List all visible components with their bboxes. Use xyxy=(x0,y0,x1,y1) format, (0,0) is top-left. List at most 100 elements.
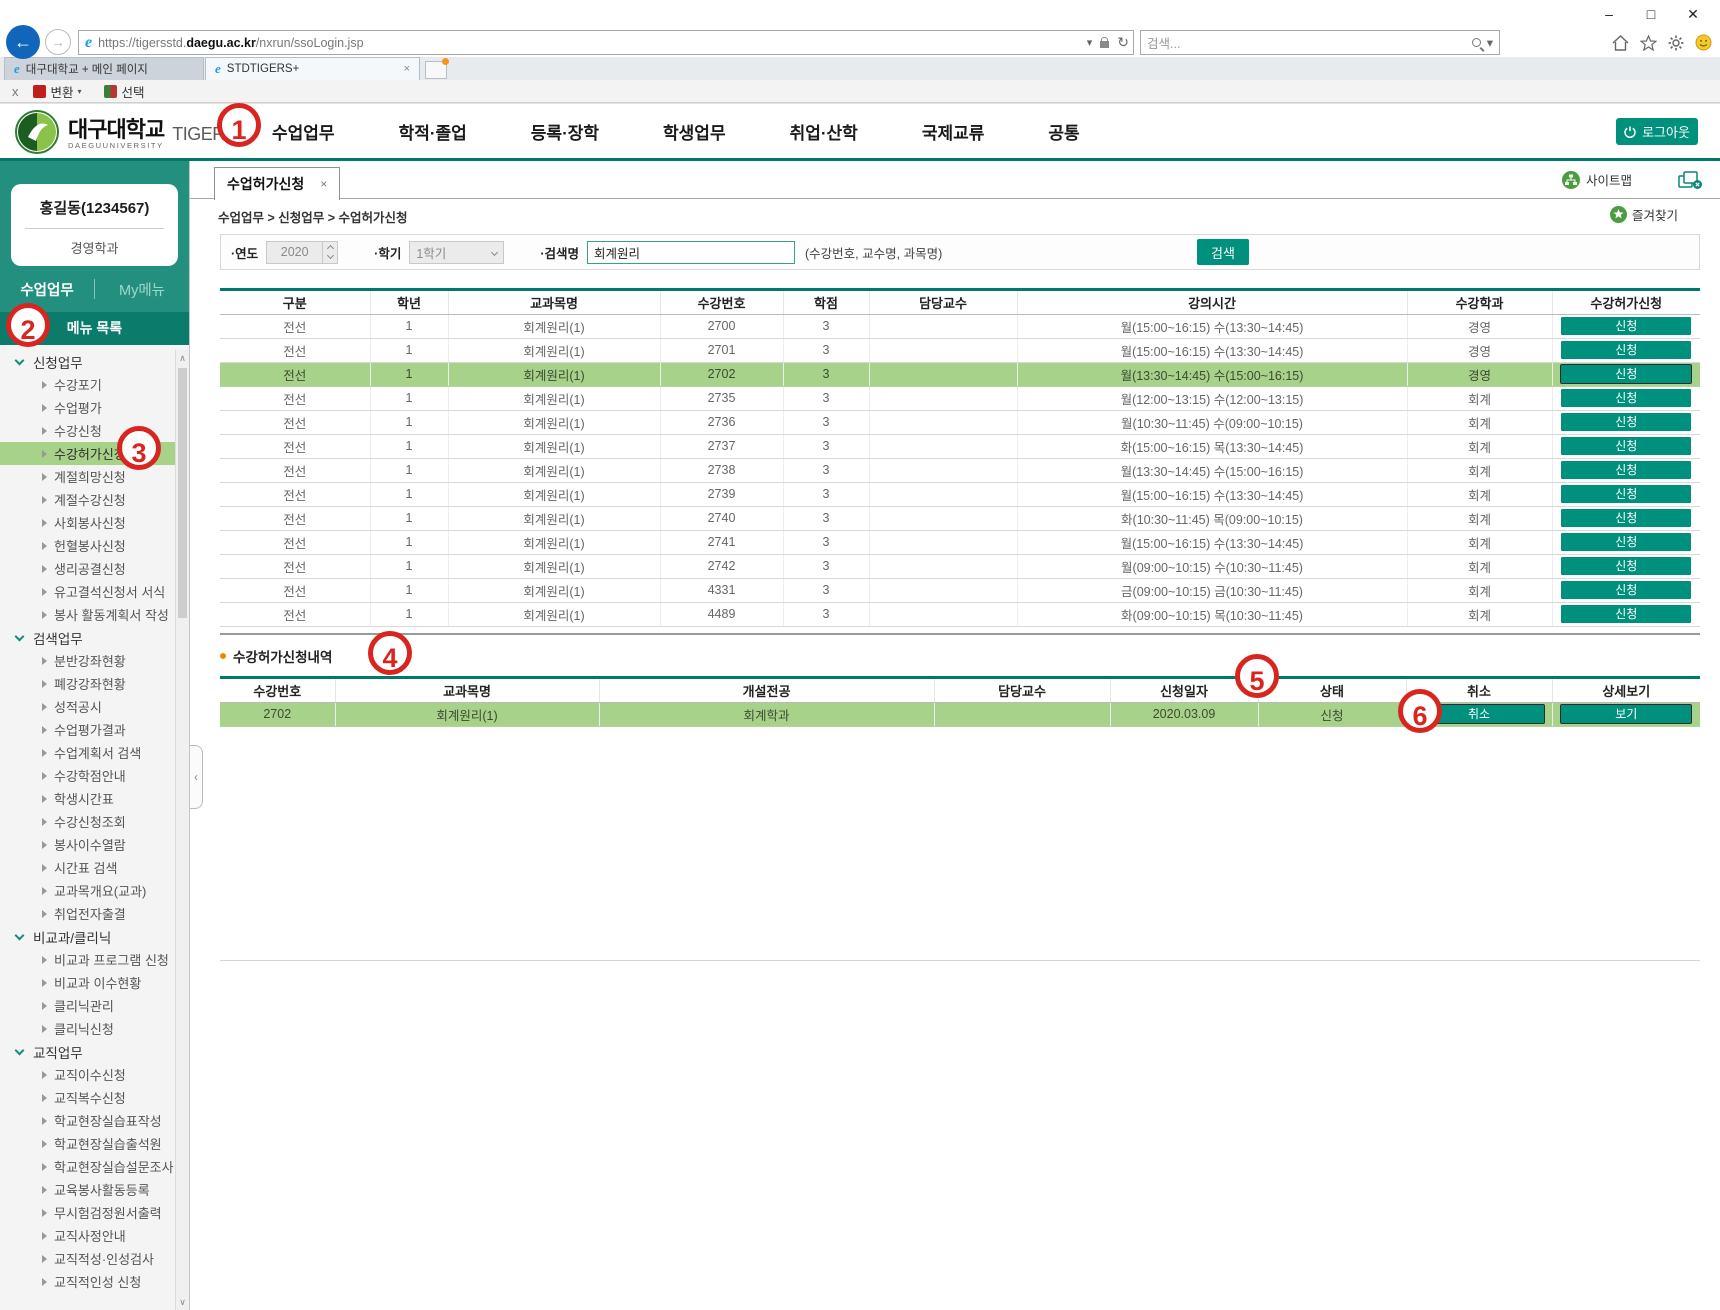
gear-icon[interactable] xyxy=(1668,35,1684,51)
autocomplete-dropdown-icon[interactable]: ▾ xyxy=(1087,36,1093,49)
home-icon[interactable] xyxy=(1612,35,1629,51)
sidebar-item[interactable]: 계절희망신청 xyxy=(0,465,175,488)
apply-button[interactable]: 신청 xyxy=(1561,317,1691,335)
sidebar-group[interactable]: 교직업무 xyxy=(0,1040,175,1063)
select-button[interactable]: 선택 xyxy=(122,82,145,101)
apply-button[interactable]: 신청 xyxy=(1561,581,1691,599)
sidebar-item[interactable]: 수업계획서 검색 xyxy=(0,741,175,764)
sidebar-collapse-handle[interactable]: ‹ xyxy=(190,745,203,809)
sidebar-item[interactable]: 무시험검정원서출력 xyxy=(0,1201,175,1224)
sidebar-item[interactable]: 취업전자출결 xyxy=(0,902,175,925)
sidebar-item[interactable]: 학교현장실습표작성 xyxy=(0,1109,175,1132)
apply-button[interactable]: 신청 xyxy=(1561,389,1691,407)
sidebar-item[interactable]: 비교과 이수현황 xyxy=(0,971,175,994)
sidebar-item[interactable]: 학교현장실습설문조사 xyxy=(0,1155,175,1178)
sidebar-item[interactable]: 폐강강좌현황 xyxy=(0,672,175,695)
sidebar-item[interactable]: 사회봉사신청 xyxy=(0,511,175,534)
sidebar-item[interactable]: 교육봉사활동등록 xyxy=(0,1178,175,1201)
sidebar-item[interactable]: 교직이수신청 xyxy=(0,1063,175,1086)
module-tab[interactable]: 수업허가신청 × xyxy=(214,167,340,200)
apply-button[interactable]: 신청 xyxy=(1561,437,1691,455)
year-stepper[interactable]: 2020 xyxy=(266,241,338,264)
convert-dropdown-icon[interactable]: ▾ xyxy=(78,87,82,96)
top-nav-item[interactable]: 학적·졸업 xyxy=(399,119,467,144)
refresh-icon[interactable]: ↻ xyxy=(1117,34,1129,51)
minimize-button[interactable]: – xyxy=(1588,0,1630,28)
sidebar-item[interactable]: 수업평가 xyxy=(0,396,175,419)
top-nav-item[interactable]: 수업업무 xyxy=(272,119,335,144)
sidebar-item[interactable]: 봉사 활동계획서 작성 xyxy=(0,603,175,626)
top-nav-item[interactable]: 학생업무 xyxy=(663,119,726,144)
search-button[interactable]: 검색 xyxy=(1197,239,1249,265)
sidebar-item[interactable]: 교직복수신청 xyxy=(0,1086,175,1109)
top-nav-item[interactable]: 공통 xyxy=(1048,119,1079,144)
scroll-up-icon[interactable]: ∧ xyxy=(176,351,189,365)
sidebar-item[interactable]: 교직적인성 신청 xyxy=(0,1270,175,1293)
sitemap-link[interactable]: 사이트맵 xyxy=(1562,170,1632,189)
tab-close-icon[interactable]: × xyxy=(404,63,410,75)
sidebar-item[interactable]: 학교현장실습출석원 xyxy=(0,1132,175,1155)
search-icon[interactable] xyxy=(1472,38,1481,47)
toolbar-close-icon[interactable]: x xyxy=(12,84,19,99)
address-bar[interactable]: e https://tigersstd.daegu.ac.kr/nxrun/ss… xyxy=(78,30,1134,55)
sidebar-item[interactable]: 클리닉신청 xyxy=(0,1017,175,1040)
sidebar-item[interactable]: 성적공시 xyxy=(0,695,175,718)
browser-tab-stdtigers[interactable]: e STDTIGERS+ × xyxy=(205,57,420,80)
spin-down-icon[interactable] xyxy=(327,252,334,259)
favorites-link[interactable]: 즐겨찾기 xyxy=(1610,205,1678,224)
sidebar-item[interactable]: 계절수강신청 xyxy=(0,488,175,511)
sidebar-tab-work[interactable]: 수업업무 xyxy=(0,279,94,300)
browser-search-box[interactable]: 검색... ▾ xyxy=(1140,30,1500,55)
convert-button[interactable]: 변환 xyxy=(51,82,74,101)
maximize-button[interactable]: □ xyxy=(1630,0,1672,28)
feedback-smiley-icon[interactable] xyxy=(1695,34,1712,51)
sidebar-item[interactable]: 비교과 프로그램 신청 xyxy=(0,948,175,971)
search-dropdown-icon[interactable]: ▾ xyxy=(1487,35,1493,50)
sidebar-group[interactable]: 검색업무 xyxy=(0,626,175,649)
browser-tab-main-page[interactable]: e 대구대학교 + 메인 페이지 xyxy=(4,57,204,80)
keyword-input[interactable] xyxy=(587,241,795,264)
sidebar-item[interactable]: 유고결석신청서 서식 xyxy=(0,580,175,603)
apply-button[interactable]: 신청 xyxy=(1561,413,1691,431)
close-button[interactable]: ✕ xyxy=(1672,0,1714,28)
scroll-down-icon[interactable]: ∨ xyxy=(176,1295,189,1309)
apply-button[interactable]: 신청 xyxy=(1561,605,1691,623)
sidebar-item[interactable]: 봉사이수열람 xyxy=(0,833,175,856)
apply-button[interactable]: 신청 xyxy=(1561,509,1691,527)
sidebar-scrollbar[interactable]: ∧ ∨ xyxy=(175,350,189,1310)
sidebar-item[interactable]: 학생시간표 xyxy=(0,787,175,810)
apply-button[interactable]: 신청 xyxy=(1561,557,1691,575)
sidebar-item[interactable]: 시간표 검색 xyxy=(0,856,175,879)
sidebar-item[interactable]: 헌혈봉사신청 xyxy=(0,534,175,557)
sidebar-item[interactable]: 수강학점안내 xyxy=(0,764,175,787)
view-button[interactable]: 보기 xyxy=(1561,705,1691,723)
new-tab-button[interactable] xyxy=(425,61,447,79)
logout-button[interactable]: 로그아웃 xyxy=(1616,118,1698,145)
top-nav-item[interactable]: 등록·장학 xyxy=(531,119,599,144)
sidebar-item[interactable]: 교과목개요(교과) xyxy=(0,879,175,902)
top-nav-item[interactable]: 국제교류 xyxy=(922,119,985,144)
term-select[interactable]: 1학기 xyxy=(409,241,504,264)
sidebar-item[interactable]: 교직사정안내 xyxy=(0,1224,175,1247)
sidebar-item[interactable]: 생리공결신청 xyxy=(0,557,175,580)
apply-button[interactable]: 신청 xyxy=(1561,365,1691,383)
sidebar-item[interactable]: 교직적성·인성검사 xyxy=(0,1247,175,1270)
sidebar-group[interactable]: 신청업무 xyxy=(0,350,175,373)
module-tab-close-icon[interactable]: × xyxy=(320,177,327,191)
close-all-windows-icon[interactable] xyxy=(1678,171,1702,196)
sidebar-tab-mymenu[interactable]: My메뉴 xyxy=(95,279,189,300)
apply-button[interactable]: 신청 xyxy=(1561,533,1691,551)
back-button[interactable]: ← xyxy=(6,25,40,59)
apply-button[interactable]: 신청 xyxy=(1561,485,1691,503)
sidebar-item[interactable]: 수강신청조회 xyxy=(0,810,175,833)
top-nav-item[interactable]: 취업·산학 xyxy=(790,119,858,144)
forward-button[interactable]: → xyxy=(45,29,71,55)
sidebar-item[interactable]: 분반강좌현황 xyxy=(0,649,175,672)
apply-button[interactable]: 신청 xyxy=(1561,341,1691,359)
favorites-star-icon[interactable] xyxy=(1640,35,1657,51)
scrollbar-thumb[interactable] xyxy=(178,368,187,618)
sidebar-item[interactable]: 수강포기 xyxy=(0,373,175,396)
sidebar-group[interactable]: 비교과/클리닉 xyxy=(0,925,175,948)
sidebar-item[interactable]: 수업평가결과 xyxy=(0,718,175,741)
apply-button[interactable]: 신청 xyxy=(1561,461,1691,479)
